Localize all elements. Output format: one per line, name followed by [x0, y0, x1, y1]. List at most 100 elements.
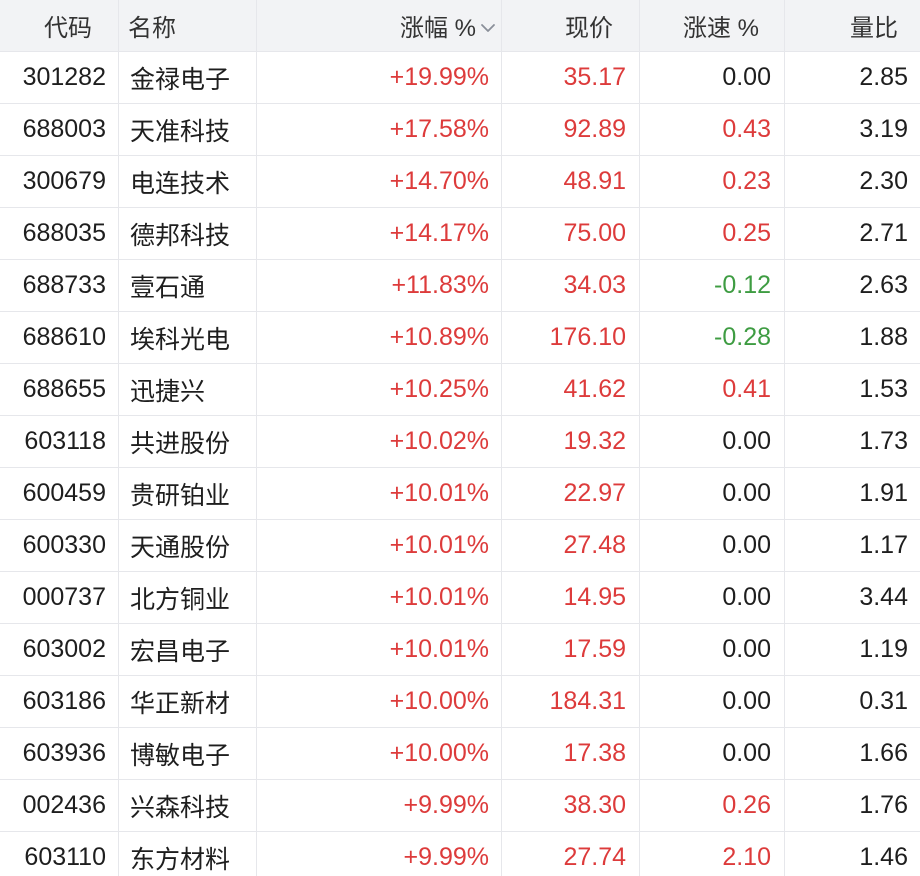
cell-price: 17.38: [502, 728, 640, 779]
cell-speed-pct: 0.26: [640, 780, 785, 831]
column-header-change-pct[interactable]: 涨幅 %: [257, 0, 502, 51]
cell-code: 301282: [0, 52, 119, 103]
chevron-down-icon: [479, 19, 497, 37]
cell-change-pct: +14.70%: [257, 156, 502, 207]
cell-name: 壹石通: [119, 260, 257, 311]
cell-change-pct: +10.01%: [257, 468, 502, 519]
column-header-volume-ratio[interactable]: 量比: [785, 0, 920, 51]
column-header-name[interactable]: 名称: [119, 0, 257, 51]
table-header: 代码 名称 涨幅 % 现价 涨速 % 量比: [0, 0, 920, 52]
table-row[interactable]: 688035 德邦科技 +14.17% 75.00 0.25 2.71: [0, 208, 920, 260]
cell-speed-pct: 2.10: [640, 832, 785, 876]
cell-price: 41.62: [502, 364, 640, 415]
table-row[interactable]: 603186 华正新材 +10.00% 184.31 0.00 0.31: [0, 676, 920, 728]
column-header-label: 涨速 %: [682, 15, 759, 42]
cell-volume-ratio: 1.76: [859, 791, 908, 819]
cell-change-pct: +10.02%: [257, 416, 502, 467]
cell-volume-ratio: 1.66: [859, 739, 908, 767]
cell-name: 贵研铂业: [119, 468, 257, 519]
cell-code: 688035: [0, 208, 119, 259]
cell-change-pct: +10.00%: [257, 676, 502, 727]
cell-change-pct: +10.01%: [257, 520, 502, 571]
cell-volume-ratio: 2.85: [859, 63, 908, 91]
column-header-label: 量比: [850, 15, 898, 42]
cell-name: 天通股份: [119, 520, 257, 571]
table-row[interactable]: 688655 迅捷兴 +10.25% 41.62 0.41 1.53: [0, 364, 920, 416]
cell-name: 天准科技: [119, 104, 257, 155]
cell-volume-ratio: 1.17: [859, 531, 908, 559]
cell-volume-ratio: 1.53: [859, 375, 908, 403]
cell-change-pct: +10.00%: [257, 728, 502, 779]
cell-price: 14.95: [502, 572, 640, 623]
cell-price: 38.30: [502, 780, 640, 831]
cell-price: 92.89: [502, 104, 640, 155]
table-row[interactable]: 688610 埃科光电 +10.89% 176.10 -0.28 1.88: [0, 312, 920, 364]
cell-price: 75.00: [502, 208, 640, 259]
cell-price: 27.74: [502, 832, 640, 876]
cell-volume-ratio: 3.44: [859, 583, 908, 611]
cell-volume-ratio: 1.46: [859, 843, 908, 871]
table-body: 301282 金禄电子 +19.99% 35.17 0.00 2.85 688003 天准科技…: [0, 52, 920, 876]
cell-change-pct: +11.83%: [257, 260, 502, 311]
cell-change-pct: +10.01%: [257, 624, 502, 675]
cell-speed-pct: 0.00: [640, 416, 785, 467]
table-row[interactable]: 603002 宏昌电子 +10.01% 17.59 0.00 1.19: [0, 624, 920, 676]
cell-volume-ratio: 1.91: [859, 479, 908, 507]
cell-name: 东方材料: [119, 832, 257, 876]
cell-change-pct: +10.01%: [257, 572, 502, 623]
cell-code: 300679: [0, 156, 119, 207]
cell-volume-ratio: 0.31: [859, 687, 908, 715]
column-header-price[interactable]: 现价: [502, 0, 640, 51]
cell-price: 34.03: [502, 260, 640, 311]
cell-price: 17.59: [502, 624, 640, 675]
cell-code: 603936: [0, 728, 119, 779]
table-row[interactable]: 600459 贵研铂业 +10.01% 22.97 0.00 1.91: [0, 468, 920, 520]
cell-speed-pct: 0.00: [640, 52, 785, 103]
column-header-speed-pct[interactable]: 涨速 %: [640, 0, 785, 51]
cell-speed-pct: 0.23: [640, 156, 785, 207]
cell-change-pct: +17.58%: [257, 104, 502, 155]
cell-code: 688655: [0, 364, 119, 415]
column-header-label: 名称: [128, 15, 176, 42]
cell-price: 22.97: [502, 468, 640, 519]
table-row[interactable]: 002436 兴森科技 +9.99% 38.30 0.26 1.76: [0, 780, 920, 832]
cell-code: 600459: [0, 468, 119, 519]
table-row[interactable]: 688003 天准科技 +17.58% 92.89 0.43 3.19: [0, 104, 920, 156]
cell-name: 华正新材: [119, 676, 257, 727]
cell-speed-pct: 0.43: [640, 104, 785, 155]
table-row[interactable]: 301282 金禄电子 +19.99% 35.17 0.00 2.85: [0, 52, 920, 104]
cell-name: 迅捷兴: [119, 364, 257, 415]
cell-volume-ratio: 2.71: [859, 219, 908, 247]
table-row[interactable]: 000737 北方铜业 +10.01% 14.95 0.00 3.44: [0, 572, 920, 624]
cell-volume-ratio: 1.88: [859, 323, 908, 351]
column-header-label: 涨幅 %: [399, 15, 476, 42]
cell-speed-pct: 0.00: [640, 624, 785, 675]
cell-volume-ratio: 1.19: [859, 635, 908, 663]
table-row[interactable]: 688733 壹石通 +11.83% 34.03 -0.12 2.63: [0, 260, 920, 312]
cell-code: 603110: [0, 832, 119, 876]
table-row[interactable]: 300679 电连技术 +14.70% 48.91 0.23 2.30: [0, 156, 920, 208]
table-row[interactable]: 603936 博敏电子 +10.00% 17.38 0.00 1.66: [0, 728, 920, 780]
cell-code: 002436: [0, 780, 119, 831]
stock-table: 代码 名称 涨幅 % 现价 涨速 % 量比 301282 金禄电子 +19.99% 3…: [0, 0, 920, 876]
cell-code: 000737: [0, 572, 119, 623]
cell-speed-pct: -0.12: [640, 260, 785, 311]
cell-code: 688003: [0, 104, 119, 155]
table-row[interactable]: 600330 天通股份 +10.01% 27.48 0.00 1.17: [0, 520, 920, 572]
cell-name: 宏昌电子: [119, 624, 257, 675]
cell-speed-pct: 0.25: [640, 208, 785, 259]
cell-change-pct: +10.25%: [257, 364, 502, 415]
cell-code: 603186: [0, 676, 119, 727]
column-header-label: 现价: [565, 15, 613, 42]
cell-name: 兴森科技: [119, 780, 257, 831]
cell-name: 共进股份: [119, 416, 257, 467]
column-header-label: 代码: [44, 15, 92, 42]
cell-price: 35.17: [502, 52, 640, 103]
cell-volume-ratio: 1.73: [859, 427, 908, 455]
cell-speed-pct: 0.41: [640, 364, 785, 415]
table-row[interactable]: 603110 东方材料 +9.99% 27.74 2.10 1.46: [0, 832, 920, 876]
table-row[interactable]: 603118 共进股份 +10.02% 19.32 0.00 1.73: [0, 416, 920, 468]
cell-change-pct: +14.17%: [257, 208, 502, 259]
column-header-code[interactable]: 代码: [0, 0, 119, 51]
cell-name: 北方铜业: [119, 572, 257, 623]
